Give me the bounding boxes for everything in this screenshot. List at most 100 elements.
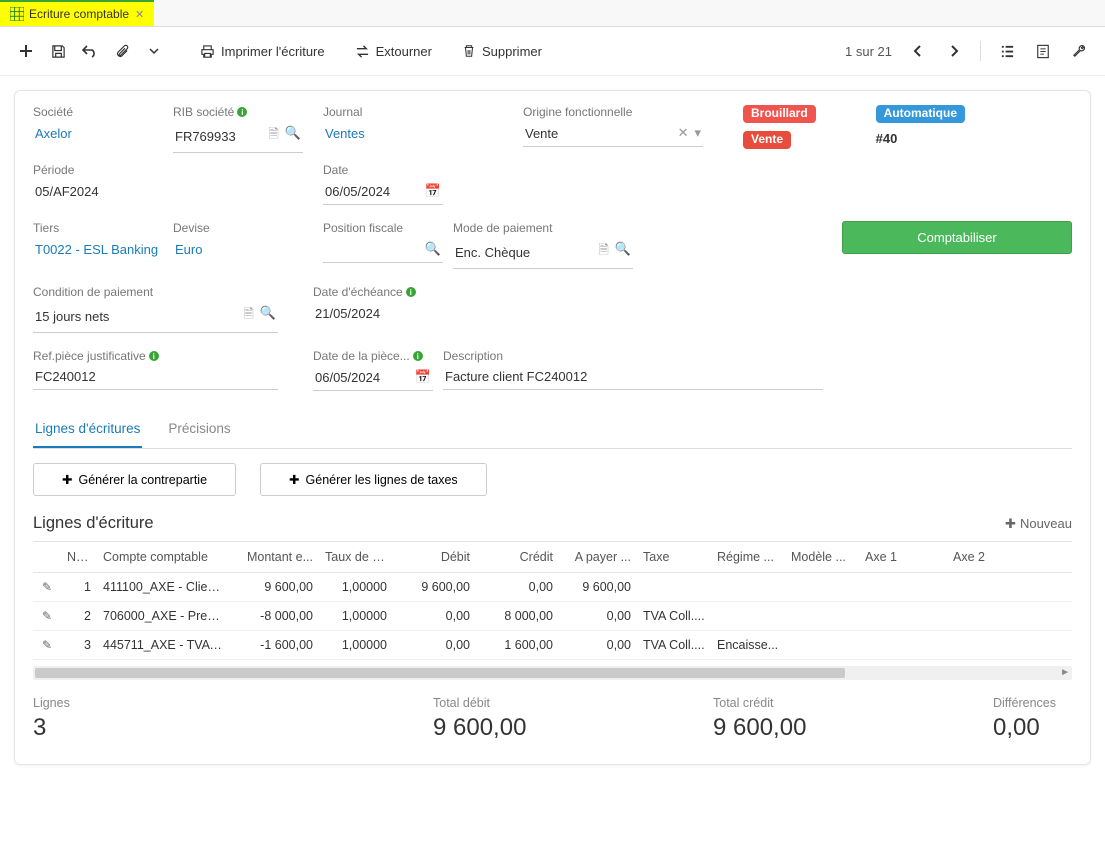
info-icon: i	[149, 351, 159, 361]
origin-select[interactable]: Vente✕▾	[523, 122, 703, 147]
cell-rate: 1,00000	[319, 631, 393, 659]
pager-text[interactable]: 1 sur 21	[845, 44, 892, 59]
cell-topay: 0,00	[559, 631, 637, 659]
scrollbar-thumb[interactable]	[35, 668, 845, 678]
search-icon[interactable]: 🔍	[285, 125, 301, 147]
table-row[interactable]: ✎1411100_AXE - Client...9 600,001,000009…	[33, 573, 1072, 602]
validate-button[interactable]: Comptabiliser	[842, 221, 1072, 254]
active-tab[interactable]: Ecriture comptable ✕	[0, 0, 154, 26]
pencil-icon[interactable]: ✎	[33, 602, 61, 630]
description-input[interactable]: Facture client FC240012	[443, 366, 823, 390]
cell-account: 706000_AXE - Presta...	[97, 602, 231, 630]
tab-details[interactable]: Précisions	[166, 413, 232, 448]
search-icon[interactable]: 🔍	[615, 241, 631, 263]
cell-regime	[711, 580, 785, 594]
reverse-label: Extourner	[376, 44, 432, 59]
origin-label: Origine fonctionnelle	[523, 105, 703, 119]
piece-date-label: Date de la pièce...	[313, 349, 410, 363]
cell-amount: 9 600,00	[231, 573, 319, 601]
table-row[interactable]: ✎2706000_AXE - Presta...-8 000,001,00000…	[33, 602, 1072, 631]
col-debit[interactable]: Débit	[393, 542, 476, 572]
list-view-icon[interactable]	[993, 37, 1021, 65]
col-axis2[interactable]: Axe 2	[925, 542, 991, 572]
cell-regime: Encaisse...	[711, 631, 785, 659]
search-icon[interactable]: 🔍	[260, 305, 276, 327]
cell-regime	[711, 609, 785, 623]
form-view-icon[interactable]	[1029, 37, 1057, 65]
chevron-down-icon[interactable]: ▾	[694, 125, 701, 141]
cell-num: 1	[61, 573, 97, 601]
cell-debit: 9 600,00	[393, 573, 476, 601]
col-credit[interactable]: Crédit	[476, 542, 559, 572]
new-line-button[interactable]: ✚Nouveau	[1005, 516, 1072, 532]
table-row[interactable]: ✎3445711_AXE - TVA N ...-1 600,001,00000…	[33, 631, 1072, 660]
fiscal-input[interactable]: 🔍	[323, 238, 443, 263]
cell-model	[785, 638, 859, 652]
wrench-icon[interactable]	[1065, 37, 1093, 65]
next-button[interactable]	[940, 37, 968, 65]
plus-icon: ✚	[1005, 516, 1016, 532]
doc-icon[interactable]: 🗎	[598, 241, 608, 263]
piece-date-input[interactable]: 06/05/2024📅	[313, 366, 433, 391]
due-date-value: 21/05/2024	[313, 302, 453, 326]
cell-account: 411100_AXE - Client...	[97, 573, 231, 601]
company-value[interactable]: Axelor	[33, 122, 163, 146]
pencil-icon[interactable]: ✎	[33, 631, 61, 659]
new-record-button[interactable]	[12, 37, 40, 65]
record-ref: #40	[876, 131, 898, 146]
prev-button[interactable]	[904, 37, 932, 65]
payment-condition-input[interactable]: 15 jours nets🗎🔍	[33, 302, 278, 333]
total-credit-value: 9 600,00	[713, 714, 933, 742]
print-button[interactable]: Imprimer l'écriture	[192, 40, 333, 63]
horizontal-scrollbar[interactable]: ◄ ►	[33, 666, 1072, 680]
doc-icon[interactable]: 🗎	[243, 305, 253, 327]
search-icon[interactable]: 🔍	[425, 241, 441, 257]
col-rate[interactable]: Taux de c...	[319, 542, 393, 572]
cell-rate: 1,00000	[319, 602, 393, 630]
trash-icon	[462, 44, 476, 58]
toolbar: Imprimer l'écriture Extourner Supprimer …	[0, 27, 1105, 76]
undo-button[interactable]	[76, 37, 104, 65]
rib-input[interactable]: FR769933🗎🔍	[173, 122, 303, 153]
currency-value[interactable]: Euro	[173, 238, 303, 262]
period-label: Période	[33, 163, 163, 177]
payment-mode-input[interactable]: Enc. Chèque🗎🔍	[453, 238, 633, 269]
cell-tax: TVA Coll....	[637, 602, 711, 630]
clear-icon[interactable]: ✕	[678, 125, 689, 141]
cell-credit: 0,00	[476, 573, 559, 601]
attach-button[interactable]	[108, 37, 136, 65]
col-num[interactable]: N° ...	[61, 542, 97, 572]
col-tax[interactable]: Taxe	[637, 542, 711, 572]
cell-debit: 0,00	[393, 602, 476, 630]
tab-lines[interactable]: Lignes d'écritures	[33, 413, 142, 448]
lines-count-value: 3	[33, 714, 373, 742]
col-model[interactable]: Modèle ...	[785, 542, 859, 572]
generate-tax-lines-button[interactable]: ✚Générer les lignes de taxes	[260, 463, 487, 496]
calendar-icon[interactable]: 📅	[425, 183, 441, 199]
reverse-button[interactable]: Extourner	[347, 40, 440, 63]
ref-input[interactable]: FC240012	[33, 366, 278, 390]
delete-label: Supprimer	[482, 44, 542, 59]
grid-icon	[10, 7, 24, 21]
save-button[interactable]	[44, 37, 72, 65]
delete-button[interactable]: Supprimer	[454, 40, 550, 63]
generate-counterpart-button[interactable]: ✚Générer la contrepartie	[33, 463, 236, 496]
journal-value[interactable]: Ventes	[323, 122, 473, 146]
dropdown-caret[interactable]	[140, 37, 168, 65]
partner-value[interactable]: T0022 - ESL Banking	[33, 238, 163, 264]
col-axis1[interactable]: Axe 1	[859, 542, 925, 572]
close-icon[interactable]: ✕	[135, 8, 144, 21]
col-account[interactable]: Compte comptable	[97, 542, 231, 572]
pencil-icon[interactable]: ✎	[33, 573, 61, 601]
col-amount[interactable]: Montant e...	[231, 542, 319, 572]
scroll-right-icon[interactable]: ►	[1060, 667, 1070, 678]
calendar-icon[interactable]: 📅	[415, 369, 431, 385]
doc-icon[interactable]: 🗎	[268, 125, 278, 147]
col-regime[interactable]: Régime ...	[711, 542, 785, 572]
cell-axis1	[859, 609, 925, 623]
total-debit-label: Total débit	[433, 696, 653, 710]
col-topay[interactable]: A payer ...	[559, 542, 637, 572]
cell-tax: TVA Coll....	[637, 631, 711, 659]
date-input[interactable]: 06/05/2024📅	[323, 180, 443, 205]
diff-value: 0,00	[993, 714, 1056, 742]
